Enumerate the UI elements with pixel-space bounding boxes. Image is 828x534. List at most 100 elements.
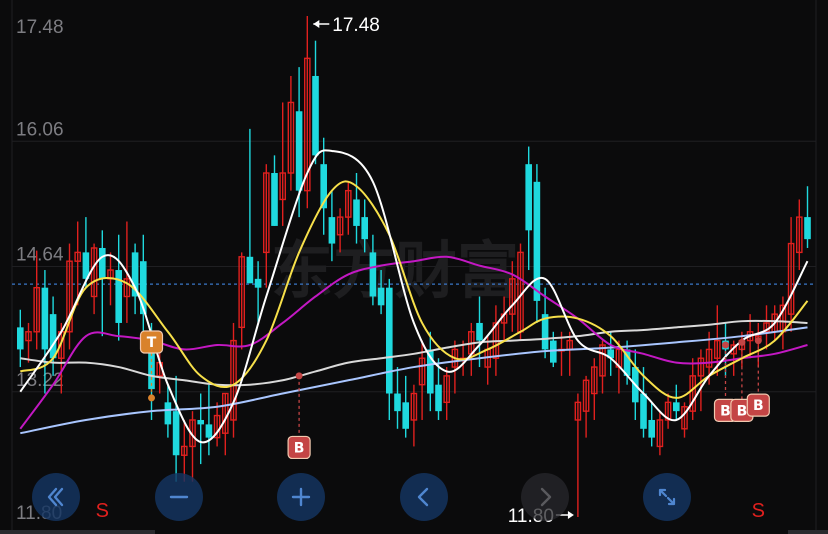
candle-body [804,217,811,240]
double-chevron-left-icon [47,487,64,507]
candle [574,393,582,517]
signal-dot [738,338,746,346]
candle-body [377,287,385,306]
candle [66,243,73,350]
candle [681,402,688,438]
candle [90,243,98,315]
candle-body [476,322,483,341]
signal-label: T [147,335,157,351]
candle [796,199,803,271]
candle [402,375,409,438]
signal-label: B [720,403,731,419]
candle [804,186,811,248]
candle-body [648,419,655,438]
candle-body [353,199,360,226]
candle [566,331,573,376]
candle-body [312,75,319,156]
candle [131,243,139,315]
candle [525,146,532,271]
chevron-right-icon [540,487,552,507]
candle-body [525,164,532,231]
signal-B[interactable]: B [287,372,311,460]
candle [140,234,147,341]
zoom-in-button[interactable] [277,473,325,521]
bottom-divider [0,530,155,534]
candle [410,384,418,447]
candle [427,331,434,412]
candle [476,296,483,368]
max-price-label: 17.48 [332,15,380,36]
candle [664,393,672,429]
candle-body [386,287,393,394]
candle-body [49,314,57,359]
candlestick-chart[interactable]: 东方财富 17.4816.0614.6413.2211.80 TBBBB 17.… [0,0,828,534]
candle [345,181,352,235]
candle [591,358,598,420]
candle [468,322,475,376]
candle [787,217,795,332]
candle [271,155,278,226]
candle-body [271,173,278,226]
signal-dot [722,341,729,349]
fullscreen-button[interactable] [643,473,691,521]
chevron-left-icon [417,487,429,507]
candle [115,234,122,341]
candle-body [328,217,336,244]
candle [213,402,221,447]
signal-label: B [294,440,305,456]
minus-icon [169,495,189,499]
candle [189,411,196,482]
price-axis-label: 16.06 [16,119,64,140]
candle-body [394,393,401,412]
price-axis-label: 17.48 [16,17,64,38]
scroll-left-button[interactable] [400,473,448,521]
candle-body [164,402,172,425]
candle-body [640,393,647,429]
candle [550,331,557,368]
candle [533,164,541,323]
candle [582,375,590,438]
max-arrow-head-icon [313,20,320,28]
candle-body [295,111,303,191]
candle [49,296,57,376]
watermark: 东方财富 [271,234,519,307]
plus-icon [291,487,311,507]
candle [443,367,451,420]
sell-mark: S [96,500,109,522]
candle [779,296,787,350]
candle [386,278,393,420]
candle [763,305,770,350]
candle-body [402,402,409,429]
candle-body [533,181,541,301]
candle [263,164,270,288]
signal-dot [754,337,762,345]
candle [484,336,492,385]
zoom-out-button[interactable] [155,473,203,521]
price-axis-label: 14.64 [16,245,64,266]
candle [394,367,401,429]
candle [99,230,106,337]
candle [279,102,287,226]
signal-label: B [753,398,764,414]
candle [451,340,459,394]
signal-dot [148,394,155,402]
candle-body [254,278,262,288]
candle [205,384,213,456]
price-axis-labels: 17.4816.0614.6413.2211.80 [16,17,64,524]
signal-dot [295,372,303,380]
scroll-far-left-button[interactable] [32,473,80,521]
candle-body [246,256,254,284]
candle [230,322,237,438]
candle-body [205,424,213,438]
scroll-right-button[interactable] [521,473,569,521]
candle-body [197,419,204,425]
min-arrow-head-icon [567,511,574,519]
candle-body [17,327,24,350]
expand-icon [658,488,676,506]
candle [648,402,655,447]
candle-body [673,402,680,412]
candle [312,40,319,165]
candle [246,128,254,284]
candle-body [41,287,49,350]
candle [25,322,32,363]
